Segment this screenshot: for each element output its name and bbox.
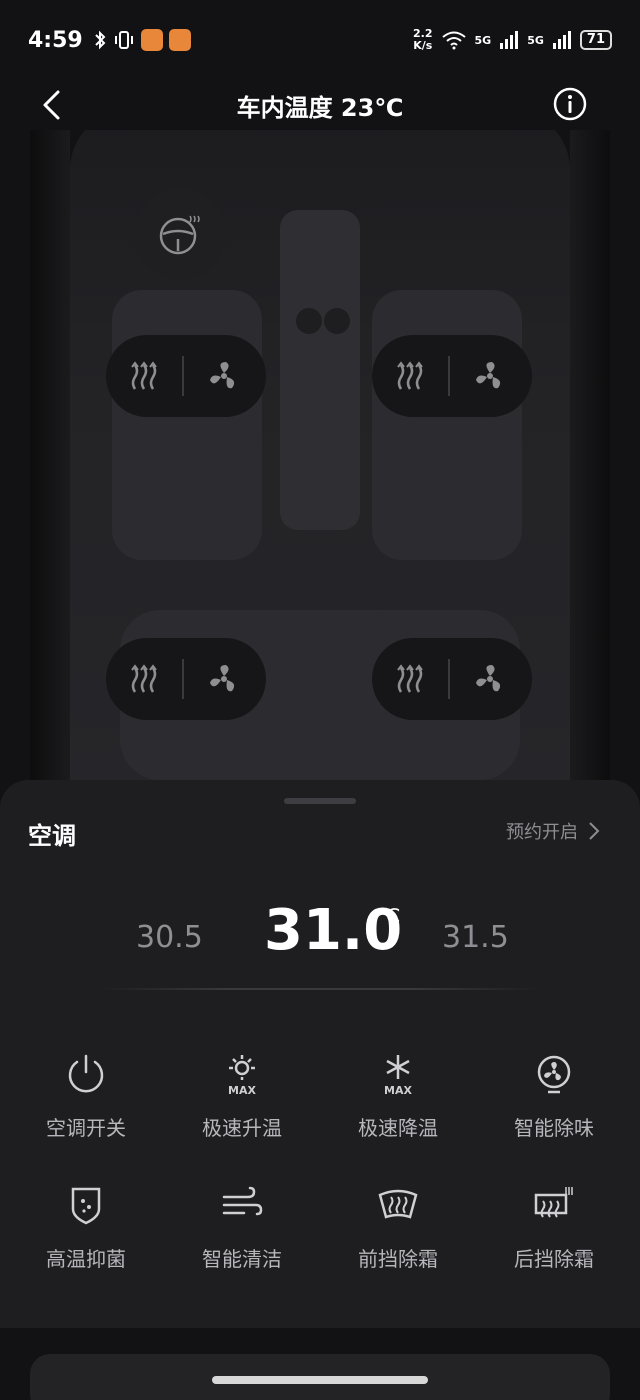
front-right-seat [372,290,522,560]
seat-heat-button[interactable] [372,335,448,417]
header: 车内温度 23℃ [0,80,640,130]
car-side-right [570,130,610,780]
function-label: 空调开关 [46,1116,126,1140]
schedule-start-link[interactable]: 预约开启 [506,818,600,844]
seat-heat-icon [131,361,157,390]
temp-unit: ℃ [378,904,401,928]
max-label: MAX [228,1084,256,1096]
smart-deodorize-button[interactable]: 智能除味 [476,1050,632,1141]
rapid-heat-button[interactable]: MAX 极速升温 [164,1050,320,1141]
bluetooth-icon [95,30,106,50]
temperature-picker[interactable]: 30.5 31.0 ℃ 31.5 [0,888,640,988]
function-label: 前挡除霜 [358,1247,438,1271]
app-notification-icon [140,29,163,51]
seat-heat-icon [397,664,423,693]
seat-control-front-right [372,335,532,417]
info-icon[interactable] [552,86,588,122]
function-label: 极速升温 [202,1116,282,1140]
signal-5g-2: 5G [527,33,544,47]
network-speed-unit: K/s [413,39,433,52]
ac-panel: 空调 预约开启 30.5 31.0 ℃ 31.5 空调开关 MAX 极速升温 M… [0,780,640,1328]
function-label: 智能除味 [514,1116,594,1140]
seat-control-rear-left [106,638,266,720]
front-defrost-icon [374,1181,422,1229]
app-notification-icon [168,29,191,51]
fan-icon [530,1050,578,1098]
drag-handle[interactable] [284,798,356,804]
function-label: 极速降温 [358,1116,438,1140]
battery-indicator: 71 [579,30,612,50]
cup-holder [324,308,350,334]
cup-holder [296,308,322,334]
steering-wheel-heat-icon [159,215,200,255]
signal-5g-1: 5G [474,33,492,47]
chevron-right-icon [589,822,600,840]
shield-icon [62,1181,110,1229]
power-icon [62,1050,110,1098]
max-label: MAX [384,1084,412,1096]
rapid-cool-button[interactable]: MAX 极速降温 [320,1050,476,1141]
sun-max-icon: MAX [218,1050,266,1098]
smart-clean-button[interactable]: 智能清洁 [164,1181,320,1272]
wifi-icon [441,31,466,50]
home-indicator[interactable] [212,1376,428,1384]
seat-ventilation-button[interactable] [450,335,530,417]
status-right-icons: 2.2 K/s 5G 5G 71 [413,28,612,52]
seat-heat-button[interactable] [106,638,182,720]
signal-bars-icon [500,31,519,49]
temp-option-prev[interactable]: 30.5 [136,920,203,955]
car-top-view [0,130,640,780]
temp-option-next[interactable]: 31.5 [442,920,509,955]
page-title: 车内温度 23℃ [236,93,404,122]
front-defrost-button[interactable]: 前挡除霜 [320,1181,476,1272]
function-grid: 空调开关 MAX 极速升温 MAX 极速降温 智能除味 高温抑菌 智能清洁 前挡… [8,1050,632,1272]
seat-fan-icon [476,665,501,692]
rear-defrost-icon [530,1181,578,1229]
seat-fan-icon [210,362,235,389]
seat-heat-icon [131,664,157,693]
wind-icon [218,1181,266,1229]
signal-bars-icon [552,31,571,49]
seat-control-front-left [106,335,266,417]
seat-fan-icon [210,665,235,692]
status-left-icons [93,29,191,51]
seat-fan-icon [476,362,501,389]
seat-heat-icon [397,361,423,390]
seat-control-rear-right [372,638,532,720]
rear-defrost-button[interactable]: 后挡除霜 [476,1181,632,1272]
seat-ventilation-button[interactable] [184,335,264,417]
section-title: 空调 [28,822,76,850]
front-left-seat [112,290,262,560]
steering-wheel-heat-button[interactable] [134,188,226,280]
status-bar: 4:59 2.2 K/s 5G 5G 71 [0,0,640,80]
function-label: 后挡除霜 [514,1247,594,1271]
seat-heat-button[interactable] [106,335,182,417]
ac-power-button[interactable]: 空调开关 [8,1050,164,1141]
seat-ventilation-button[interactable] [450,638,530,720]
function-label: 智能清洁 [202,1247,282,1271]
seat-ventilation-button[interactable] [184,638,264,720]
back-icon[interactable] [36,88,70,122]
function-label: 高温抑菌 [46,1247,126,1271]
status-time: 4:59 [28,27,83,53]
vibrate-icon [114,31,133,49]
snow-max-icon: MAX [374,1050,422,1098]
sterilize-button[interactable]: 高温抑菌 [8,1181,164,1272]
car-side-left [30,130,70,780]
seat-heat-button[interactable] [372,638,448,720]
temp-divider [100,988,540,990]
schedule-label: 预约开启 [506,822,578,843]
center-console [280,210,360,530]
network-speed: 2.2 K/s [413,28,433,52]
